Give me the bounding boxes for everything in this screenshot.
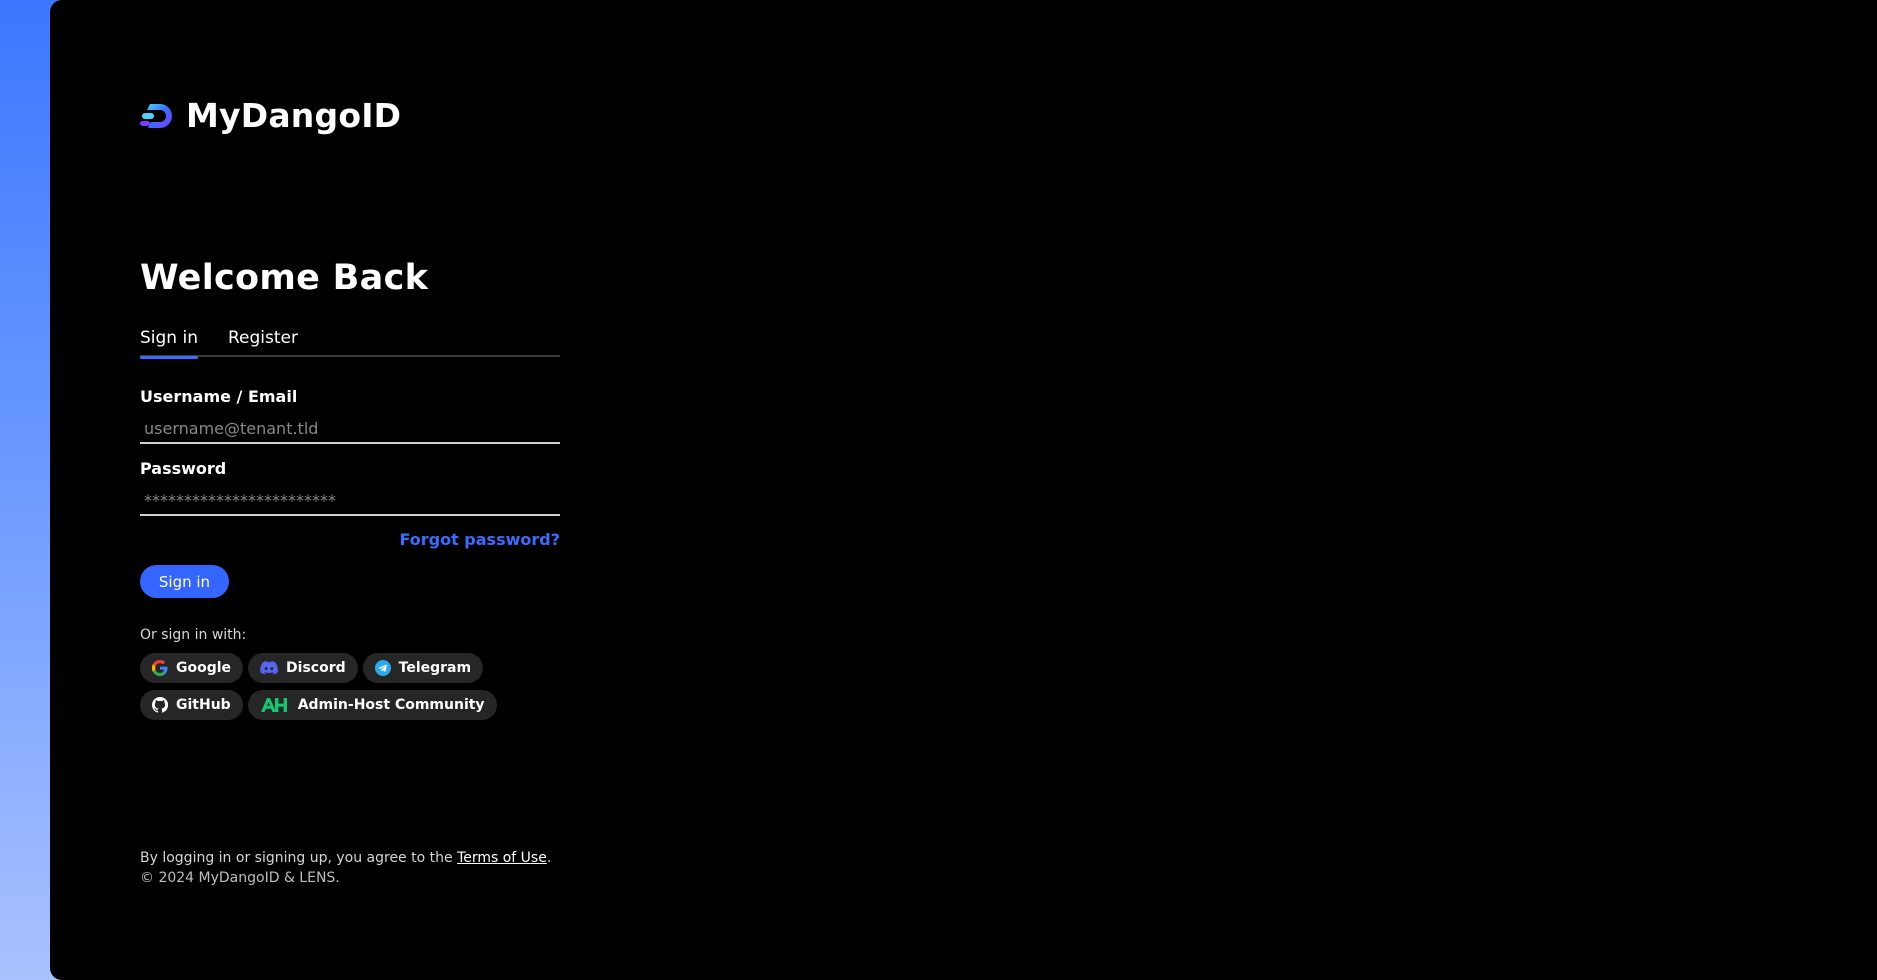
- tab-sign-in[interactable]: Sign in: [140, 326, 198, 359]
- terms-prefix: By logging in or signing up, you agree t…: [140, 850, 458, 866]
- forgot-password-link[interactable]: Forgot password?: [390, 530, 560, 549]
- password-label: Password: [140, 459, 227, 478]
- username-field: Username / Email: [140, 387, 560, 444]
- admin-host-icon: [260, 698, 287, 712]
- brand-name: MyDangoID: [186, 96, 402, 135]
- login-panel: MyDangoID Welcome Back Sign in Register …: [50, 0, 1877, 980]
- google-button[interactable]: Google: [140, 653, 244, 683]
- password-field: Password: [140, 459, 560, 516]
- terms-of-use-link[interactable]: Terms of Use: [457, 850, 547, 866]
- github-label: GitHub: [176, 697, 231, 713]
- social-label: Or sign in with:: [140, 627, 247, 643]
- username-input[interactable]: [140, 414, 560, 444]
- google-label: Google: [176, 660, 232, 676]
- admin-host-label: Admin-Host Community: [297, 697, 485, 713]
- terms-suffix: .: [546, 850, 552, 866]
- copyright: © 2024 MyDangoID & LENS.: [140, 870, 340, 886]
- telegram-label: Telegram: [398, 660, 472, 676]
- telegram-icon: [374, 660, 391, 676]
- page-title: Welcome Back: [140, 258, 429, 298]
- legal-footer: By logging in or signing up, you agree t…: [140, 848, 551, 888]
- username-label: Username / Email: [140, 387, 298, 406]
- google-icon: [152, 660, 168, 676]
- github-icon: [152, 697, 168, 713]
- tab-register[interactable]: Register: [228, 326, 298, 357]
- discord-icon: [260, 661, 278, 675]
- social-providers: Google Discord Telegram GitHub Admin-Hos…: [140, 653, 560, 727]
- terms-line: By logging in or signing up, you agree t…: [140, 848, 551, 868]
- auth-tabs: Sign in Register: [140, 326, 560, 359]
- sign-in-button[interactable]: Sign in: [140, 565, 229, 598]
- brand: MyDangoID: [140, 96, 401, 135]
- discord-label: Discord: [286, 660, 346, 676]
- mydangoid-logo-icon: [140, 103, 172, 128]
- github-button[interactable]: GitHub: [140, 690, 243, 720]
- discord-button[interactable]: Discord: [248, 653, 358, 683]
- password-input[interactable]: [140, 486, 560, 516]
- telegram-button[interactable]: Telegram: [362, 653, 484, 683]
- admin-host-button[interactable]: Admin-Host Community: [247, 690, 497, 720]
